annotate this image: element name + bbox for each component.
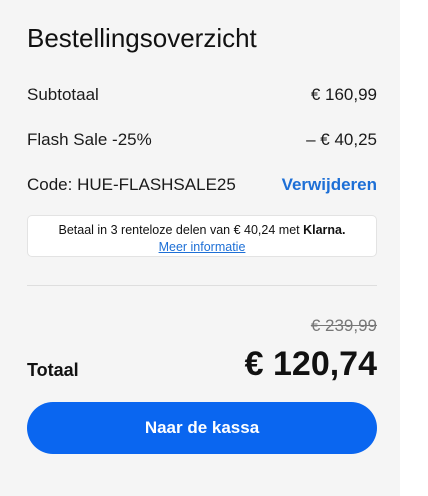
order-summary-panel: Bestellingsoverzicht Subtotaal € 160,99 … xyxy=(0,0,400,496)
discount-row: Flash Sale -25% – € 40,25 xyxy=(27,125,377,155)
promo-code-label: Code: HUE-FLASHSALE25 xyxy=(27,175,236,194)
klarna-logo: Klarna. xyxy=(303,223,346,237)
divider xyxy=(27,285,377,286)
klarna-message: Betaal in 3 renteloze delen van € 40,24 … xyxy=(28,222,376,239)
discount-label: Flash Sale -25% xyxy=(27,130,152,149)
discount-value: – € 40,25 xyxy=(306,130,377,149)
total-row: Totaal € 120,74 xyxy=(27,342,377,386)
subtotal-row: Subtotaal € 160,99 xyxy=(27,80,377,110)
total-label: Totaal xyxy=(27,359,79,380)
checkout-button[interactable]: Naar de kassa xyxy=(27,402,377,454)
klarna-text: Betaal in 3 renteloze delen van € 40,24 … xyxy=(58,223,300,237)
order-summary-title: Bestellingsoverzicht xyxy=(27,23,257,53)
total-value: € 120,74 xyxy=(244,344,377,383)
original-total-value: € 239,99 xyxy=(310,316,377,335)
klarna-more-info-link[interactable]: Meer informatie xyxy=(159,240,246,254)
promo-code-row: Code: HUE-FLASHSALE25 Verwijderen xyxy=(27,170,377,200)
klarna-info-box: Betaal in 3 renteloze delen van € 40,24 … xyxy=(27,215,377,257)
subtotal-label: Subtotaal xyxy=(27,85,99,104)
remove-code-link[interactable]: Verwijderen xyxy=(282,175,377,195)
subtotal-value: € 160,99 xyxy=(310,85,377,104)
